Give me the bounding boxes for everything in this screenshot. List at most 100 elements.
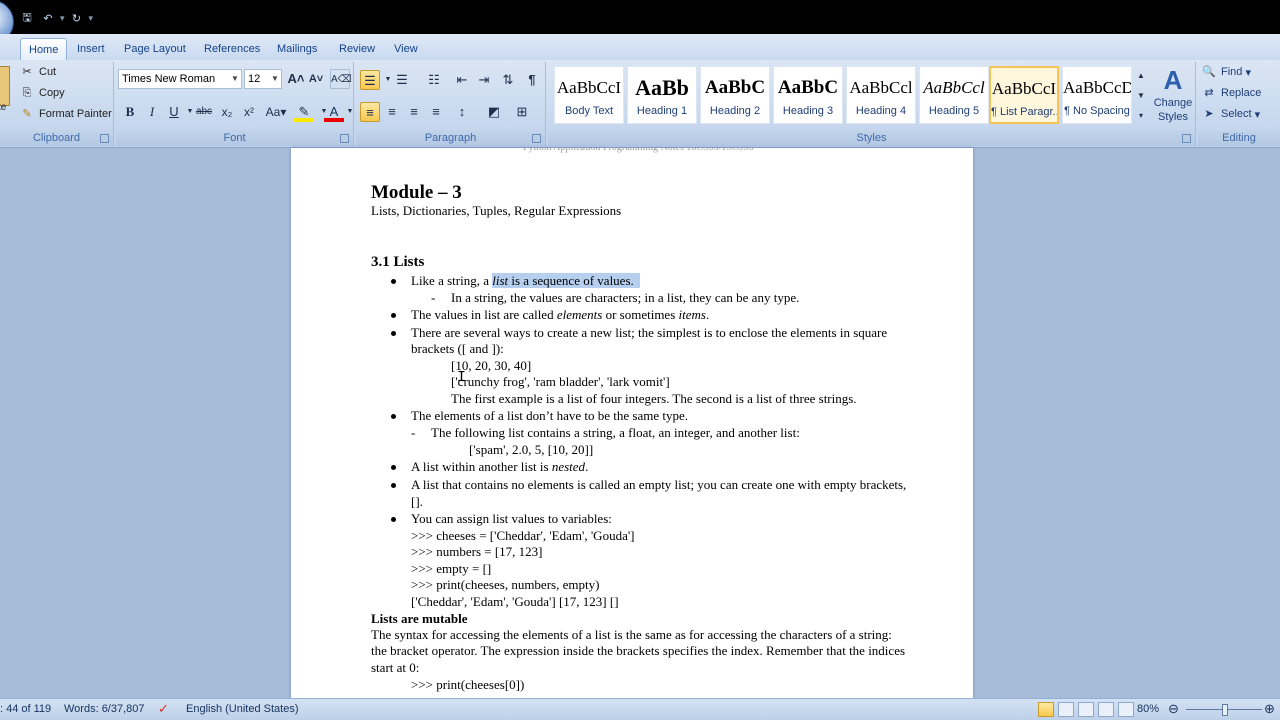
tab-home[interactable]: Home — [20, 38, 68, 60]
multilevel-list-icon[interactable]: ☷ — [424, 70, 444, 90]
print-layout-view-icon[interactable] — [1038, 702, 1054, 717]
style-name: ¶ No Spacing — [1064, 105, 1130, 117]
italic-icon[interactable]: I — [142, 102, 162, 122]
clipboard-launcher-icon[interactable] — [100, 134, 109, 143]
borders-icon[interactable]: ⊞ — [512, 102, 532, 122]
numbering-icon[interactable]: ☰ — [392, 70, 412, 90]
list-item: The values in list are called elements o… — [411, 307, 710, 322]
font-name-box[interactable]: Times New Roman ▼ — [118, 69, 242, 89]
style-heading-5[interactable]: AaBbCcl Heading 5 — [919, 66, 989, 124]
find-button[interactable]: 🔍 Find ▾ — [1202, 65, 1251, 79]
style-preview: AaBbCcI — [556, 78, 622, 97]
bullets-icon[interactable]: ☰ — [360, 70, 380, 90]
tab-mailings[interactable]: Mailings — [269, 38, 325, 60]
copy-button[interactable]: ⎘ Copy — [20, 86, 65, 100]
cursor-icon: ➤ — [1204, 108, 1214, 120]
zoom-out-icon[interactable]: ⊖ — [1168, 701, 1179, 717]
customize-qat-icon[interactable]: ▾ — [89, 13, 94, 24]
align-right-icon[interactable]: ≡ — [404, 102, 424, 122]
tab-review[interactable]: Review — [331, 38, 383, 60]
superscript-icon[interactable]: x² — [239, 102, 259, 122]
font-launcher-icon[interactable] — [340, 134, 349, 143]
styles-scroll-up-icon[interactable]: ▲ — [1134, 66, 1148, 86]
subscript-icon[interactable]: x₂ — [217, 102, 237, 122]
paste-button[interactable]: te — [0, 102, 6, 113]
page-count[interactable]: : 44 of 119 — [0, 703, 51, 715]
editing-group-label: Editing — [1198, 130, 1280, 146]
undo-dropdown-icon[interactable]: ▾ — [60, 13, 65, 24]
language-status[interactable]: English (United States) — [186, 703, 299, 715]
paragraph-launcher-icon[interactable] — [532, 134, 541, 143]
draft-view-icon[interactable] — [1118, 702, 1134, 717]
text-run: A list within another list is — [411, 459, 552, 474]
tab-page-layout[interactable]: Page Layout — [116, 38, 194, 60]
highlight-icon[interactable]: ✎ — [294, 102, 314, 122]
justify-icon[interactable]: ≡ — [426, 102, 446, 122]
grow-font-icon[interactable]: A˄ — [286, 69, 306, 89]
module-subtitle: Lists, Dictionaries, Tuples, Regular Exp… — [371, 203, 622, 218]
bullet — [391, 517, 396, 522]
style-body-text[interactable]: AaBbCcI Body Text — [554, 66, 624, 124]
clipboard-group: te ✂ Cut ⎘ Copy ✎ Format Painter Clipboard — [0, 62, 114, 146]
document-area: Python Application Programming Notes 18C… — [0, 148, 1280, 698]
tab-view[interactable]: View — [386, 38, 426, 60]
web-layout-view-icon[interactable] — [1078, 702, 1094, 717]
shading-icon[interactable]: ◩ — [484, 102, 504, 122]
cut-button[interactable]: ✂ Cut — [20, 65, 56, 79]
section-heading: 3.1 Lists — [371, 254, 425, 270]
change-styles-button[interactable]: A Change Styles — [1152, 64, 1194, 126]
tab-references[interactable]: References — [196, 38, 268, 60]
tab-insert[interactable]: Insert — [69, 38, 113, 60]
redo-icon[interactable]: ↻ — [68, 9, 86, 27]
zoom-slider-thumb[interactable] — [1222, 704, 1228, 716]
increase-indent-icon[interactable]: ⇥ — [474, 70, 494, 90]
paste-icon[interactable] — [0, 66, 10, 106]
sort-icon[interactable]: ⇅ — [498, 70, 518, 90]
word-count[interactable]: Words: 6/37,807 — [64, 703, 145, 715]
style-heading-1[interactable]: AaBb Heading 1 — [627, 66, 697, 124]
zoom-level[interactable]: 80% — [1137, 703, 1159, 715]
align-center-icon[interactable]: ≡ — [382, 102, 402, 122]
style-no-spacing[interactable]: AaBbCcD ¶ No Spacing — [1062, 66, 1132, 124]
line-spacing-icon[interactable]: ↕ — [452, 102, 472, 122]
select-button[interactable]: ➤ Select ▾ — [1202, 107, 1260, 121]
style-name: Heading 4 — [855, 105, 907, 117]
proofing-icon[interactable]: ✓ — [158, 701, 169, 717]
page-header: Python Application Programming Notes 18C… — [523, 148, 754, 156]
list-item-continued: brackets ([ and ]): — [411, 341, 504, 356]
save-icon[interactable]: 🖫 — [18, 9, 36, 27]
style-heading-4[interactable]: AaBbCcl Heading 4 — [846, 66, 916, 124]
style-name: Heading 1 — [636, 105, 688, 117]
replace-button[interactable]: ⇄ Replace — [1202, 86, 1261, 100]
style-preview: AaBbCcl — [849, 78, 913, 97]
undo-icon[interactable]: ↶ — [39, 9, 57, 27]
style-heading-3[interactable]: AaBbC Heading 3 — [773, 66, 843, 124]
full-screen-reading-view-icon[interactable] — [1058, 702, 1074, 717]
find-label: Find — [1221, 66, 1243, 78]
ribbon: te ✂Cut ⎘Copy ✎Format Painter Clipboard … — [0, 60, 1280, 148]
bold-icon[interactable]: B — [120, 102, 140, 122]
style-list-paragraph[interactable]: AaBbCcI ¶ List Paragr... — [989, 66, 1059, 124]
outline-view-icon[interactable] — [1098, 702, 1114, 717]
paragraph-line: The syntax for accessing the elements of… — [371, 627, 892, 642]
show-formatting-icon[interactable]: ¶ — [522, 70, 542, 90]
decrease-indent-icon[interactable]: ⇤ — [452, 70, 472, 90]
shrink-font-icon[interactable]: A˅ — [306, 69, 326, 89]
list-item: There are several ways to create a new l… — [411, 325, 888, 340]
strikethrough-icon[interactable]: abc — [194, 102, 214, 122]
style-heading-2[interactable]: AaBbC Heading 2 — [700, 66, 770, 124]
styles-launcher-icon[interactable] — [1182, 134, 1191, 143]
subheading: Lists are mutable — [371, 611, 468, 626]
chevron-down-icon: ▼ — [271, 74, 279, 83]
font-size-box[interactable]: 12 ▼ — [244, 69, 282, 89]
list-item-continued: []. — [411, 494, 423, 509]
zoom-in-icon[interactable]: ⊕ — [1264, 701, 1275, 717]
format-painter-button[interactable]: ✎ Format Painter — [20, 107, 111, 121]
clear-formatting-icon[interactable]: A⌫ — [330, 69, 352, 89]
styles-scroll-down-icon[interactable]: ▼ — [1134, 86, 1148, 106]
align-left-icon[interactable]: ≡ — [360, 102, 380, 122]
styles-more-icon[interactable]: ▾ — [1134, 106, 1148, 126]
change-case-icon[interactable]: Aa▾ — [263, 102, 289, 122]
text-line: The first example is a list of four inte… — [451, 391, 857, 406]
document-page[interactable]: Python Application Programming Notes 18C… — [291, 148, 973, 698]
